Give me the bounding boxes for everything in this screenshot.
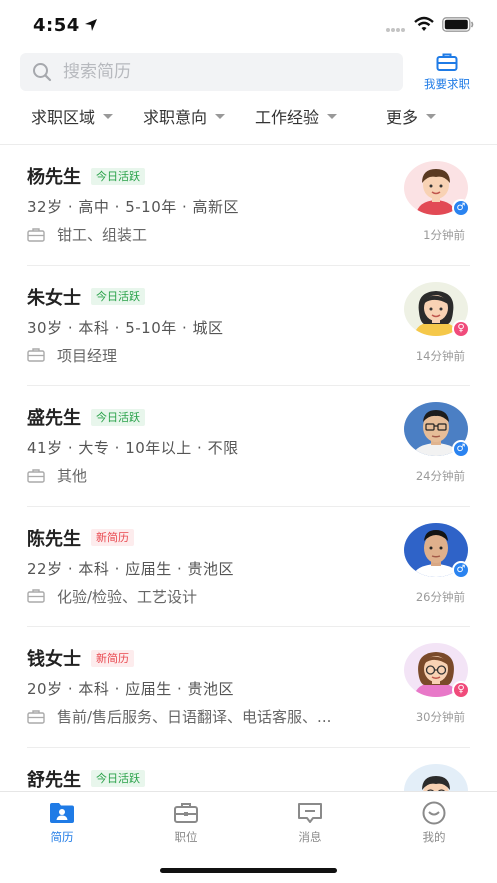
- tab-label: 简历: [50, 830, 74, 844]
- caret-down-icon: [426, 113, 437, 119]
- gender-male-icon: ♂: [452, 440, 470, 458]
- tab-resume[interactable]: 简历: [32, 800, 92, 845]
- briefcase-icon: [27, 348, 45, 362]
- briefcase-icon: [174, 803, 198, 823]
- briefcase-icon: [27, 709, 45, 724]
- candidate-card[interactable]: 舒先生 今日活跃: [0, 748, 497, 791]
- candidate-name: 杨先生: [27, 167, 81, 188]
- profile-icon: [422, 801, 446, 825]
- candidate-job: 项目经理: [57, 346, 118, 365]
- gender-female-icon: ♀: [452, 319, 470, 338]
- message-icon: [298, 803, 322, 823]
- avatar-image: [404, 763, 468, 791]
- filter-label: 求职意向: [143, 108, 208, 127]
- status-badge: 今日活跃: [91, 770, 145, 787]
- candidate-card[interactable]: 朱女士 今日活跃 30岁 · 本科 · 5-10年 · 城区 项目经理 ♀ 14…: [0, 266, 497, 386]
- wifi-icon: [414, 16, 434, 31]
- active-time: 14分钟前: [415, 348, 465, 363]
- status-time: 4:54: [33, 15, 80, 36]
- tab-messages[interactable]: 消息: [280, 800, 340, 845]
- status-bar: 4:54: [0, 0, 497, 50]
- candidate-name: 朱女士: [27, 287, 81, 309]
- filter-label: 更多: [386, 108, 419, 127]
- status-badge: 新简历: [91, 649, 134, 667]
- avatar[interactable]: ♂: [404, 161, 470, 217]
- active-time: 30分钟前: [415, 710, 465, 724]
- candidate-card[interactable]: 杨先生 今日活跃 32岁 · 高中 · 5-10年 · 高新区 钳工、组装工 ♂…: [0, 145, 497, 266]
- candidate-card[interactable]: 盛先生 今日活跃 41岁 · 大专 · 10年以上 · 不限 其他 ♂ 24分钟…: [0, 386, 497, 507]
- search-placeholder: 搜索简历: [63, 62, 131, 82]
- avatar[interactable]: ♂: [404, 402, 470, 458]
- candidate-info: 22岁 · 本科 · 应届生 · 贵池区: [27, 559, 235, 578]
- candidate-name: 盛先生: [27, 408, 81, 429]
- candidate-card[interactable]: 陈先生 新简历 22岁 · 本科 · 应届生 · 贵池区 化验/检验、工艺设计 …: [0, 507, 497, 627]
- candidate-name: 钱女士: [27, 649, 81, 670]
- active-time: 26分钟前: [415, 589, 465, 604]
- search-input[interactable]: 搜索简历: [20, 53, 403, 91]
- location-arrow-icon: [85, 19, 97, 31]
- briefcase-icon: [436, 53, 458, 71]
- filter-label: 求职区域: [31, 108, 96, 127]
- caret-down-icon: [327, 113, 338, 119]
- filter-label: 工作经验: [255, 108, 320, 127]
- candidate-list: 杨先生 今日活跃 32岁 · 高中 · 5-10年 · 高新区 钳工、组装工 ♂…: [0, 145, 497, 791]
- job-seeker-label: 我要求职: [424, 77, 470, 91]
- job-seeker-button[interactable]: 我要求职: [418, 52, 476, 94]
- candidate-job: 化验/检验、工艺设计: [57, 587, 198, 606]
- briefcase-icon: [27, 227, 45, 242]
- candidate-info: 20岁 · 本科 · 应届生 · 贵池区: [27, 680, 235, 698]
- battery-icon: [442, 17, 474, 32]
- tab-label: 消息: [298, 830, 322, 844]
- status-badge: 今日活跃: [91, 288, 145, 305]
- status-badge: 今日活跃: [91, 408, 145, 426]
- filter-more[interactable]: 更多: [386, 104, 437, 128]
- home-indicator: [160, 868, 337, 873]
- gender-male-icon: ♂: [452, 560, 470, 579]
- candidate-job: 其他: [57, 467, 88, 485]
- active-time: 1分钟前: [423, 228, 465, 242]
- filter-experience[interactable]: 工作经验: [255, 104, 338, 128]
- avatar[interactable]: ♀: [404, 281, 470, 338]
- candidate-info: 30岁 · 本科 · 5-10年 · 城区: [27, 318, 224, 337]
- tab-profile[interactable]: 我的: [404, 800, 464, 845]
- candidate-job: 钳工、组装工: [57, 226, 148, 244]
- candidate-info: 41岁 · 大专 · 10年以上 · 不限: [27, 439, 239, 457]
- tab-positions[interactable]: 职位: [156, 800, 216, 845]
- candidate-info: 32岁 · 高中 · 5-10年 · 高新区: [27, 198, 240, 216]
- candidate-job: 售前/售后服务、日语翻译、电话客服、...: [57, 708, 332, 726]
- candidate-card[interactable]: 钱女士 新简历 20岁 · 本科 · 应届生 · 贵池区 售前/售后服务、日语翻…: [0, 627, 497, 748]
- avatar[interactable]: ♀: [404, 643, 470, 699]
- gender-male-icon: ♂: [452, 199, 470, 217]
- filter-bar: 求职区域 求职意向 工作经验 更多: [0, 104, 497, 130]
- gender-female-icon: ♀: [452, 681, 470, 699]
- tab-label: 职位: [174, 830, 198, 844]
- tab-label: 我的: [422, 830, 446, 844]
- filter-region[interactable]: 求职区域: [31, 104, 114, 128]
- active-time: 24分钟前: [415, 469, 465, 483]
- candidate-name: 舒先生: [27, 769, 81, 791]
- status-badge: 新简历: [91, 529, 134, 546]
- signal-icon: [386, 28, 405, 32]
- filter-intention[interactable]: 求职意向: [143, 104, 226, 128]
- briefcase-icon: [27, 589, 45, 603]
- resume-icon: [50, 803, 74, 823]
- avatar[interactable]: [404, 763, 470, 791]
- caret-down-icon: [103, 113, 114, 119]
- search-icon: [33, 63, 52, 82]
- candidate-name: 陈先生: [27, 528, 81, 550]
- caret-down-icon: [215, 113, 226, 119]
- briefcase-icon: [27, 468, 45, 483]
- avatar[interactable]: ♂: [404, 522, 470, 579]
- status-badge: 今日活跃: [91, 167, 145, 185]
